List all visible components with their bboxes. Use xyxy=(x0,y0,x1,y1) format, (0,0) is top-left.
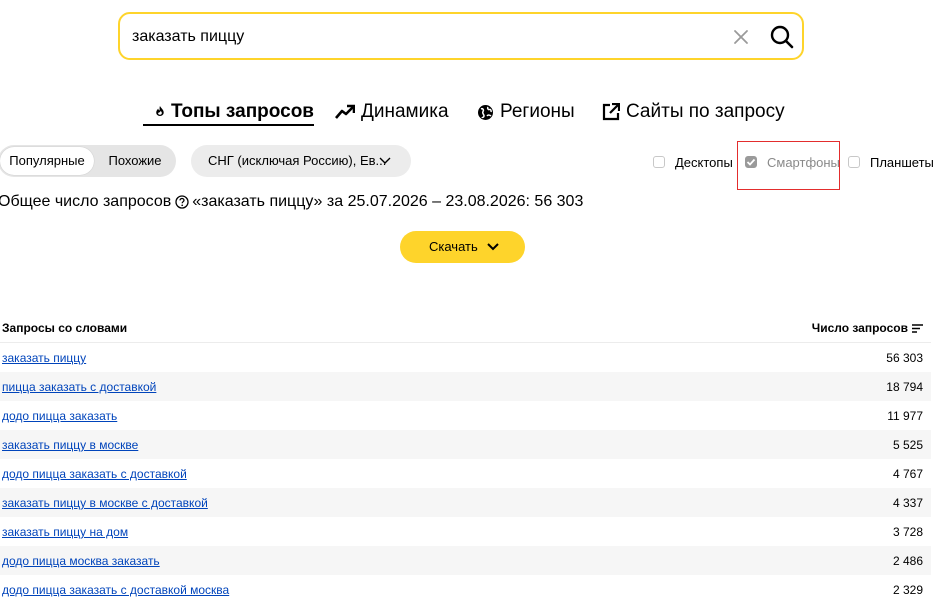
query-link[interactable]: заказать пиццу в москве с доставкой xyxy=(2,496,208,510)
query-count: 4 337 xyxy=(892,496,923,510)
table-row: заказать пиццу в москве 5 525 xyxy=(0,430,931,459)
column-header-count[interactable]: Число запросов xyxy=(812,321,923,335)
mode-switch: Популярные Похожие xyxy=(0,145,176,177)
query-link[interactable]: додо пицца заказать xyxy=(2,409,117,423)
search-box xyxy=(118,12,804,60)
tab-regions[interactable]: Регионы xyxy=(477,98,575,126)
help-icon[interactable] xyxy=(175,195,189,209)
query-link[interactable]: заказать пиццу на дом xyxy=(2,525,128,539)
column-header-count-label: Число запросов xyxy=(811,321,908,335)
query-count: 2 329 xyxy=(892,583,923,597)
tab-label: Сайты по запросу xyxy=(626,101,785,122)
query-count: 5 525 xyxy=(892,438,923,452)
download-button[interactable]: Скачать xyxy=(400,231,525,263)
mode-popular-button[interactable]: Популярные xyxy=(0,147,94,175)
search-icon[interactable] xyxy=(769,24,795,50)
device-tablet-checkbox[interactable]: Планшеты xyxy=(848,154,934,170)
table-row: заказать пиццу на дом 3 728 xyxy=(0,517,931,546)
query-link[interactable]: додо пицца заказать с доставкой xyxy=(2,467,187,481)
query-count: 18 794 xyxy=(886,380,923,394)
query-link[interactable]: додо пицца москва заказать xyxy=(2,554,160,568)
query-link[interactable]: додо пицца заказать с доставкой москва xyxy=(2,583,229,597)
table-row: додо пицца заказать с доставкой москва 2 … xyxy=(0,575,931,604)
chevron-down-icon xyxy=(379,157,391,164)
device-desktop-checkbox[interactable]: Десктопы xyxy=(653,154,733,170)
queries-table: Запросы со словами Число запросов заказа… xyxy=(0,313,931,604)
tab-sites[interactable]: Сайты по запросу xyxy=(602,98,785,126)
table-row: заказать пиццу в москве с доставкой 4 337 xyxy=(0,488,931,517)
device-smartphone-checkbox[interactable]: Смартфоны xyxy=(745,154,840,170)
total-summary: Общее число запросов «заказать пиццу» за… xyxy=(0,193,583,211)
tab-bar: Топы запросов Динамика Регионы Сайты по … xyxy=(0,98,939,128)
trend-up-icon xyxy=(335,104,355,119)
checkbox-box xyxy=(848,156,860,168)
table-row: додо пицца заказать 11 977 xyxy=(0,401,931,430)
sort-icon xyxy=(912,323,923,333)
tab-top-queries[interactable]: Топы запросов xyxy=(143,98,314,126)
download-label: Скачать xyxy=(429,239,478,254)
device-label: Смартфоны xyxy=(767,154,840,170)
mode-similar-button[interactable]: Похожие xyxy=(96,147,174,175)
table-row: додо пицца заказать с доставкой 4 767 xyxy=(0,459,931,488)
total-prefix: Общее число запросов xyxy=(0,193,172,210)
check-icon xyxy=(746,158,756,166)
query-count: 4 767 xyxy=(892,467,923,481)
table-row: заказать пиццу 56 303 xyxy=(0,343,931,372)
table-row: пицца заказать с доставкой 18 794 xyxy=(0,372,931,401)
query-link[interactable]: пицца заказать с доставкой xyxy=(2,380,156,394)
tab-label: Регионы xyxy=(500,101,575,122)
flame-icon xyxy=(156,106,164,116)
external-link-icon xyxy=(602,103,620,121)
query-link[interactable]: заказать пиццу в москве xyxy=(2,438,138,452)
query-count: 3 728 xyxy=(892,525,923,539)
region-label: СНГ (исключая Россию), Ев... xyxy=(208,153,387,168)
device-label: Планшеты xyxy=(870,154,934,170)
table-header: Запросы со словами Число запросов xyxy=(0,313,931,343)
query-link[interactable]: заказать пиццу xyxy=(2,351,86,365)
tab-label: Топы запросов xyxy=(170,101,314,122)
total-value: «заказать пиццу» за 25.07.2026 – 23.08.2… xyxy=(192,193,584,210)
table-body: заказать пиццу 56 303 пицца заказать с до… xyxy=(0,343,931,604)
clear-icon[interactable] xyxy=(732,28,750,46)
query-count: 56 303 xyxy=(886,351,923,365)
globe-icon xyxy=(478,104,493,120)
checkbox-box-checked xyxy=(745,156,757,168)
table-row: додо пицца москва заказать 2 486 xyxy=(0,546,931,575)
region-select[interactable]: СНГ (исключая Россию), Ев... xyxy=(191,145,411,177)
search-input[interactable] xyxy=(132,24,712,50)
tab-label: Динамика xyxy=(361,101,449,122)
chevron-down-icon xyxy=(487,243,499,251)
column-header-query: Запросы со словами xyxy=(2,321,128,335)
tab-dynamics[interactable]: Динамика xyxy=(335,98,449,126)
query-count: 2 486 xyxy=(892,554,923,568)
checkbox-box xyxy=(653,156,665,168)
device-label: Десктопы xyxy=(675,154,733,170)
query-count: 11 977 xyxy=(887,409,923,423)
